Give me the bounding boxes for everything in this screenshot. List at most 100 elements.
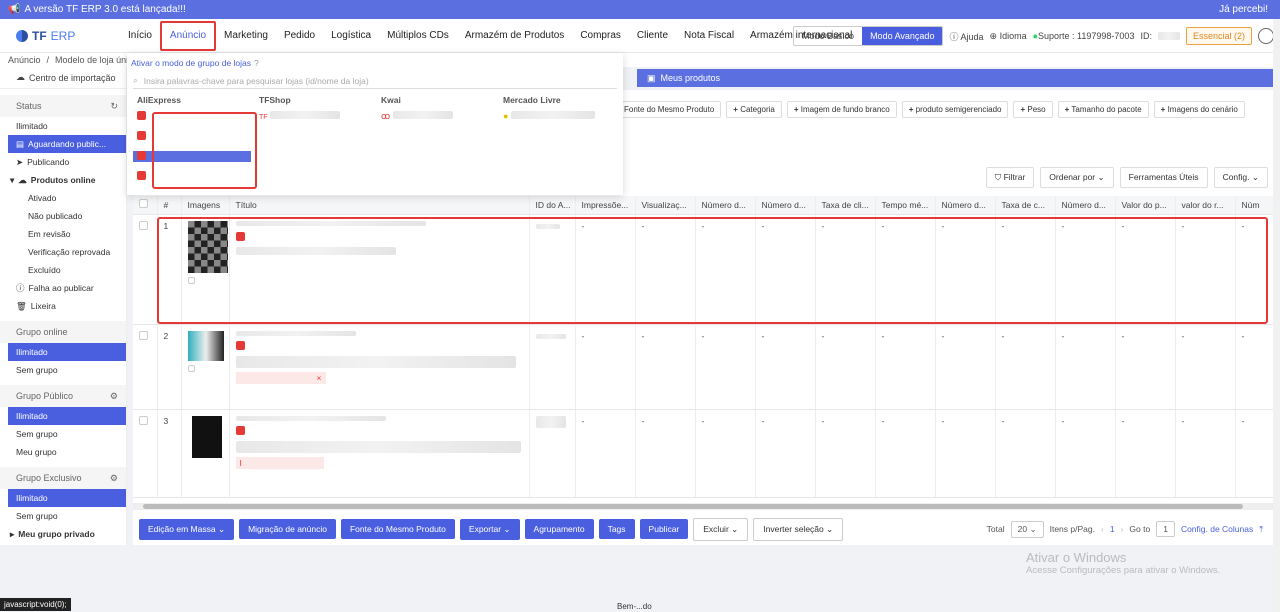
table-row[interactable]: 3 I ------------ (133, 409, 1274, 498)
chip-semigerenciado[interactable]: + produto semigerenciado (901, 101, 1009, 118)
dismiss-banner-link[interactable]: Já percebi! (1219, 4, 1268, 15)
row-checkbox[interactable] (133, 409, 158, 498)
product-image[interactable] (181, 409, 230, 498)
goto-input[interactable]: 1 (1156, 521, 1175, 537)
menu-anuncio[interactable]: Anúncio (159, 20, 217, 51)
product-image[interactable] (181, 324, 230, 410)
sidebar-item-nao-publicado[interactable]: Não publicado (0, 207, 126, 225)
col-valor-p[interactable]: Valor do p... (1115, 196, 1176, 215)
export-button[interactable]: Exportar ⌄ (459, 518, 520, 540)
menu-marketing[interactable]: Marketing (216, 19, 276, 53)
col-impressoes[interactable]: Impressõe... (575, 196, 636, 215)
tag-chip[interactable]: I (235, 456, 324, 469)
breadcrumb-item[interactable]: Anúncio (8, 55, 41, 65)
refresh-icon[interactable]: ↻ (110, 101, 118, 112)
store-item[interactable]: ● (503, 111, 615, 121)
sidebar-item-aguardando[interactable]: ▤ Aguardando public... (8, 135, 126, 153)
sidebar-item-go-sem-grupo[interactable]: Sem grupo (0, 361, 126, 379)
close-icon[interactable]: × (317, 373, 322, 383)
next-page-icon[interactable]: › (1121, 524, 1124, 534)
menu-multiplos-cds[interactable]: Múltiplos CDs (379, 19, 457, 53)
sidebar-item-ge-ilimitado[interactable]: Ilimitado (8, 489, 126, 507)
column-config-link[interactable]: Config. de Colunas (1181, 524, 1253, 534)
product-title[interactable]: × (229, 324, 530, 410)
invert-selection-dropdown[interactable]: Inverter seleção ⌄ (753, 517, 844, 541)
delete-dropdown[interactable]: Excluir ⌄ (693, 517, 749, 541)
col-taxa-c[interactable]: Taxa de c... (995, 196, 1056, 215)
col-numero-2[interactable]: Número d... (755, 196, 816, 215)
prev-page-icon[interactable]: ‹ (1101, 524, 1104, 534)
language-link[interactable]: ⊕ Idioma (990, 31, 1027, 42)
sidebar-item-ge-sem-grupo[interactable]: Sem grupo (0, 507, 126, 525)
sidebar-item-verificacao[interactable]: Verificação reprovada (0, 243, 126, 261)
store-item[interactable]: ꝏ (381, 111, 493, 122)
sidebar-item-go-ilimitado[interactable]: Ilimitado (8, 343, 126, 361)
sidebar-item-ge-privado[interactable]: ▸ Meu grupo privado (0, 525, 126, 543)
row-checkbox[interactable] (133, 324, 158, 410)
chip-imagem-fundo[interactable]: + Imagem de fundo branco (786, 101, 897, 118)
col-taxa-cli[interactable]: Taxa de cli... (815, 196, 876, 215)
col-tempo[interactable]: Tempo mé... (875, 196, 936, 215)
import-center-link[interactable]: ☁ Centro de importação (0, 67, 126, 89)
logo[interactable]: TF ERP (0, 29, 120, 43)
support-link[interactable]: ●Suporte : 1197998-7003 (1033, 31, 1135, 41)
menu-compras[interactable]: Compras (572, 19, 629, 53)
sidebar-item-excluido[interactable]: Excluído (0, 261, 126, 279)
col-numero-3[interactable]: Número d... (935, 196, 996, 215)
gear-icon[interactable]: ⚙ (110, 391, 118, 402)
publish-button[interactable]: Publicar (639, 519, 689, 539)
horizontal-scrollbar[interactable] (133, 503, 1273, 510)
tags-button[interactable]: Tags (598, 519, 635, 539)
filter-button[interactable]: ⛉ Filtrar (985, 167, 1035, 188)
row-checkbox[interactable] (133, 214, 158, 325)
chip-tamanho[interactable]: + Tamanho do pacote (1057, 101, 1149, 118)
chip-fonte[interactable]: Fonte do Mesmo Produto (617, 101, 722, 118)
store-item[interactable]: TF (259, 111, 371, 121)
table-row[interactable]: 2 × ------------ (133, 324, 1274, 410)
tab-meus-produtos[interactable]: ▣ Meus produtos (637, 69, 1273, 87)
page-size-select[interactable]: 20 ⌄ (1010, 520, 1044, 538)
chip-peso[interactable]: + Peso (1013, 101, 1053, 118)
config-dropdown[interactable]: Config. ⌄ (1213, 167, 1268, 188)
col-id[interactable]: ID do A... (529, 196, 576, 215)
sidebar-item-revisao[interactable]: Em revisão (0, 225, 126, 243)
avatar[interactable] (1258, 28, 1274, 44)
chip-imagens-cenario[interactable]: + Imagens do cenário (1153, 101, 1245, 118)
sort-dropdown[interactable]: Ordenar por ⌄ (1040, 167, 1114, 188)
chip-categoria[interactable]: + Categoria (726, 101, 782, 118)
current-page[interactable]: 1 (1110, 524, 1115, 534)
col-num[interactable]: Núm (1235, 196, 1274, 215)
mode-basic-button[interactable]: Modo Básico (794, 27, 862, 45)
sidebar-item-ilimitado[interactable]: Ilimitado (0, 117, 126, 135)
sidebar-item-falha[interactable]: ⓘ Falha ao publicar (0, 279, 126, 297)
useful-tools-button[interactable]: Ferramentas Úteis (1119, 167, 1208, 188)
grouping-button[interactable]: Agrupamento (524, 519, 594, 539)
sidebar-item-gp-meu-grupo[interactable]: Meu grupo (0, 443, 126, 461)
product-title[interactable]: I (229, 409, 530, 498)
sidebar-item-gp-sem-grupo[interactable]: Sem grupo (0, 425, 126, 443)
menu-logistica[interactable]: Logística (323, 19, 379, 53)
mode-advanced-button[interactable]: Modo Avançado (862, 27, 943, 45)
breadcrumb-item[interactable]: Modelo de loja única (55, 55, 138, 65)
col-title[interactable]: Título (229, 196, 530, 215)
plan-badge[interactable]: Essencial (2) (1185, 27, 1252, 45)
same-source-button[interactable]: Fonte do Mesmo Produto (340, 519, 455, 539)
sidebar-item-lixeira[interactable]: 🗑 Lixeira (0, 297, 126, 315)
col-numero-4[interactable]: Número d... (1055, 196, 1116, 215)
menu-armazem-produtos[interactable]: Armazém de Produtos (457, 19, 573, 53)
col-visualizacoes[interactable]: Visualizaç... (635, 196, 696, 215)
group-mode-link[interactable]: Ativar o modo de grupo de lojas? (127, 53, 623, 73)
gear-icon[interactable]: ⚙ (110, 473, 118, 484)
sidebar-item-online[interactable]: ▾ ☁ Produtos online (0, 171, 126, 189)
menu-cliente[interactable]: Cliente (629, 19, 676, 53)
page-scrollbar[interactable] (1273, 19, 1280, 612)
help-link[interactable]: ⓘ Ajuda (949, 30, 983, 43)
sidebar-item-ativado[interactable]: Ativado (0, 189, 126, 207)
col-valor-r[interactable]: valor do r... (1175, 196, 1236, 215)
tag-chip[interactable]: × (235, 371, 326, 384)
select-all-checkbox[interactable] (133, 196, 158, 215)
migration-button[interactable]: Migração de anúncio (239, 519, 336, 539)
store-search-input[interactable]: ⌕ Insira palavras-chave para pesquisar lo… (133, 73, 617, 89)
col-numero-1[interactable]: Número d... (695, 196, 756, 215)
sidebar-item-gp-ilimitado[interactable]: Ilimitado (8, 407, 126, 425)
